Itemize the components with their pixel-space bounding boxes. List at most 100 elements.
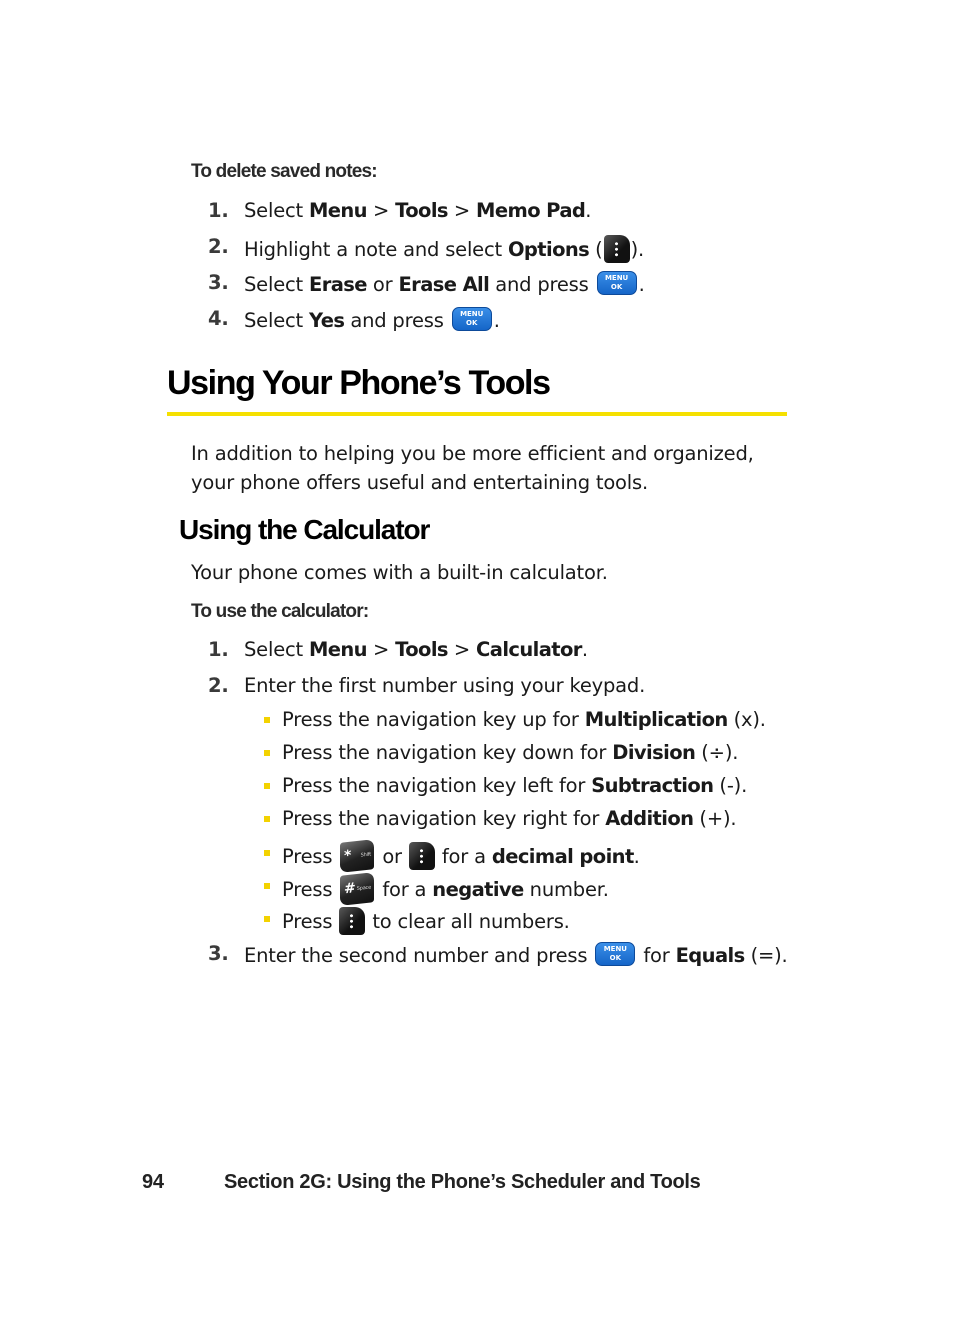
erase-label: Erase — [308, 273, 368, 296]
section-title: Using Your Phone’s Tools — [167, 364, 551, 402]
step-text: Select Menu > Tools > Memo Pad. — [244, 199, 591, 223]
operation-label: Division — [612, 741, 696, 764]
bullet-marker — [264, 816, 270, 822]
bullet-marker — [264, 883, 270, 889]
softkey-icon — [339, 907, 366, 935]
key-label: MENU — [604, 274, 629, 282]
bullet-marker — [264, 717, 270, 723]
yes-label: Yes — [308, 309, 345, 332]
negative-label: negative — [432, 878, 524, 901]
key-label: MENU — [603, 945, 627, 953]
text: . — [581, 638, 588, 661]
text: for a — [376, 878, 433, 901]
text: Press the navigation key right for — [282, 807, 606, 830]
tools-label: Tools — [395, 199, 448, 222]
step-number: 3. — [208, 271, 229, 294]
step-number: 3. — [208, 942, 229, 965]
tools-label: Tools — [395, 638, 448, 661]
text: . — [633, 845, 640, 868]
text: (=). — [744, 944, 788, 967]
step-number: 1. — [208, 638, 229, 661]
bullet-item: Press # Space for a negative number. — [264, 872, 784, 906]
running-footer: Section 2G: Using the Phone’s Scheduler … — [224, 1171, 701, 1193]
text: . — [585, 199, 592, 222]
text: ( — [589, 238, 603, 261]
separator: > — [447, 199, 477, 222]
bullet-item: Press the navigation key up for Multipli… — [264, 708, 784, 732]
text: Select — [244, 309, 309, 332]
text: Press — [282, 845, 339, 868]
text: and press — [489, 273, 595, 296]
step-text: Select Menu > Tools > Calculator. — [244, 638, 588, 662]
text: to clear all numbers. — [366, 910, 570, 933]
section-title-underline — [167, 412, 787, 416]
separator: > — [366, 638, 396, 661]
key-label: OK — [466, 319, 478, 327]
step-text: Select Yes and press MENU OK. — [244, 307, 500, 333]
key-glyph: * — [344, 847, 352, 865]
bullet-marker — [264, 850, 270, 856]
text: . — [493, 309, 500, 332]
menu-label: Menu — [308, 638, 368, 661]
text: and press — [344, 309, 450, 332]
section-intro: In addition to helping you be more effic… — [191, 440, 754, 497]
bullet-item: Press the navigation key right for Addit… — [264, 807, 784, 831]
step-number: 4. — [208, 307, 229, 330]
intro-line: In addition to helping you be more effic… — [191, 442, 754, 465]
bullet-text: Press the navigation key right for Addit… — [282, 807, 737, 831]
calc-step-2: 2. Enter the first number using your key… — [208, 674, 808, 698]
menu-ok-key-icon: MENU OK — [595, 942, 636, 966]
operation-label: Multiplication — [584, 708, 729, 731]
text: . — [638, 273, 645, 296]
separator: > — [366, 199, 396, 222]
text: Select — [244, 273, 309, 296]
bullet-marker — [264, 750, 270, 756]
text: Select — [244, 199, 309, 222]
text: for a — [435, 845, 492, 868]
calc-step-1: 1. Select Menu > Tools > Calculator. — [208, 638, 808, 662]
procedure-heading-delete-notes: To delete saved notes: — [191, 161, 378, 182]
bullet-item: Press * Shift or for a decimal point. — [264, 839, 784, 873]
calculator-intro: Your phone comes with a built-in calcula… — [191, 561, 608, 584]
step-text: Enter the first number using your keypad… — [244, 674, 646, 697]
bullet-text: Press to clear all numbers. — [282, 907, 570, 935]
step-number: 2. — [208, 674, 229, 697]
text: for — [637, 944, 676, 967]
text: Press the navigation key left for — [282, 774, 592, 797]
menu-ok-key-icon: MENU OK — [596, 271, 637, 295]
bullet-item: Press the navigation key down for Divisi… — [264, 741, 784, 765]
text: Press — [282, 910, 339, 933]
step-text: Highlight a note and select Options (). — [244, 235, 644, 263]
bullet-text: Press the navigation key up for Multipli… — [282, 708, 766, 732]
page-number: 94 — [142, 1171, 164, 1193]
erase-all-label: Erase All — [398, 273, 490, 296]
bullet-text: Press the navigation key left for Subtra… — [282, 774, 747, 798]
operation-label: Subtraction — [591, 774, 714, 797]
text: Press — [282, 878, 339, 901]
delete-step-1: 1. Select Menu > Tools > Memo Pad. — [208, 199, 808, 223]
key-glyph: # — [344, 880, 356, 898]
text: or — [376, 845, 408, 868]
bullet-text: Press # Space for a negative number. — [282, 872, 609, 906]
calc-step-3: 3. Enter the second number and press MEN… — [208, 942, 808, 967]
bullet-item: Press the navigation key left for Subtra… — [264, 774, 784, 798]
bullet-text: Press * Shift or for a decimal point. — [282, 839, 640, 873]
step-text: Select Erase or Erase All and press MENU… — [244, 271, 645, 297]
text: number. — [523, 878, 609, 901]
text: Highlight a note and select — [244, 238, 508, 261]
key-label: OK — [609, 954, 622, 962]
operation-label: Addition — [605, 807, 694, 830]
step-number: 2. — [208, 235, 229, 258]
text: (-). — [713, 774, 748, 797]
calculator-label: Calculator — [476, 638, 582, 661]
key-sublabel: Shift — [360, 851, 372, 859]
text: Press the navigation key down for — [282, 741, 613, 764]
key-sublabel: Space — [357, 884, 372, 893]
bullet-marker — [264, 916, 270, 922]
delete-step-3: 3. Select Erase or Erase All and press M… — [208, 271, 808, 297]
bullet-text: Press the navigation key down for Divisi… — [282, 741, 738, 765]
text: (+). — [693, 807, 737, 830]
options-softkey-icon — [603, 235, 630, 263]
delete-step-2: 2. Highlight a note and select Options (… — [208, 235, 808, 263]
equals-label: Equals — [675, 944, 746, 967]
